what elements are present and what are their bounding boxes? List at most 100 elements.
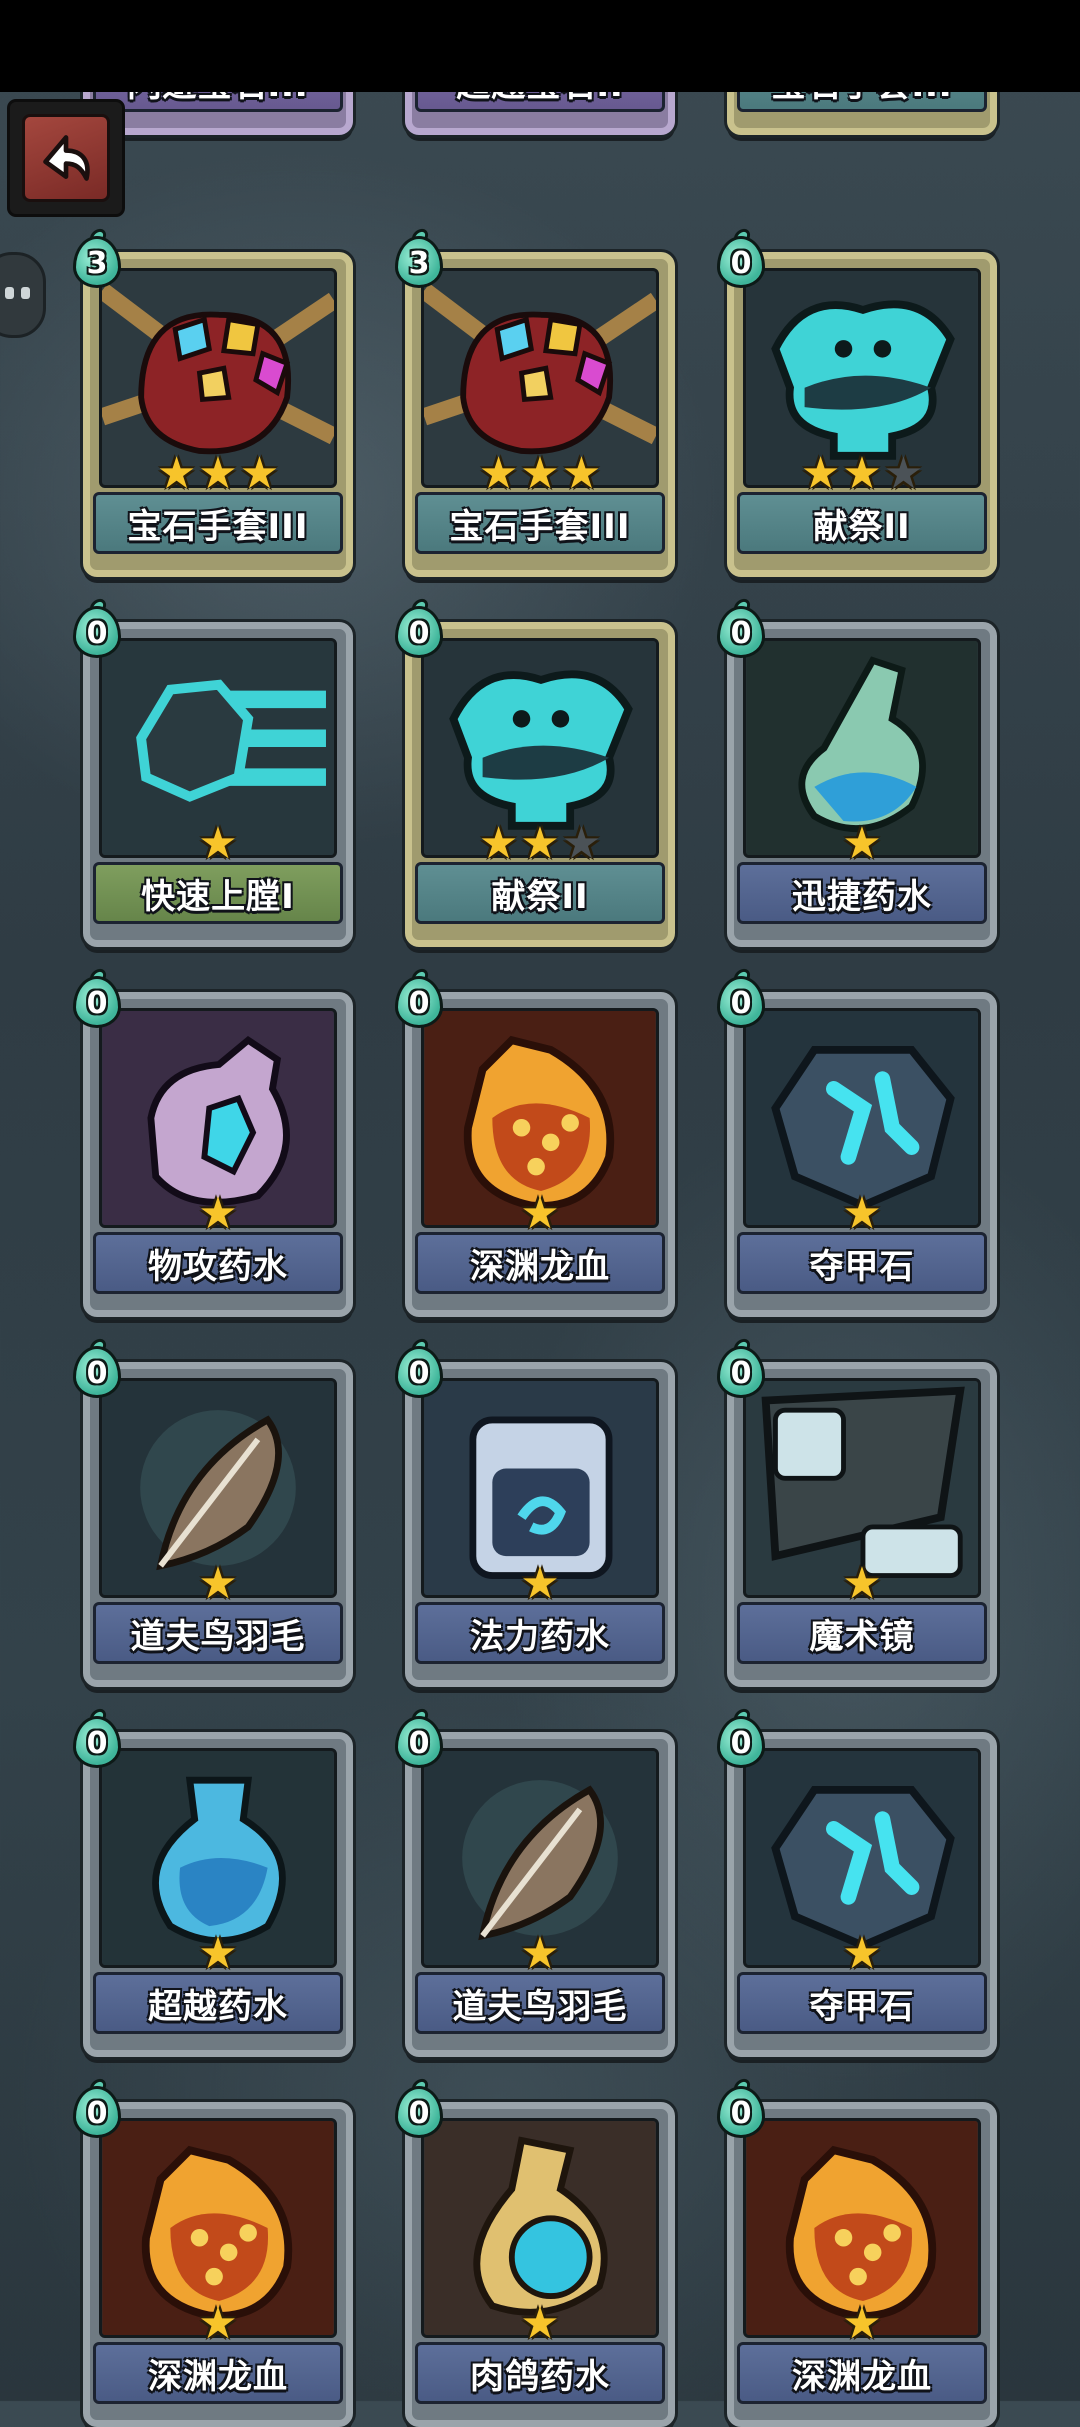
star-icon: ★ <box>198 1928 238 1979</box>
card-label: 快速上膛I <box>93 862 343 924</box>
card-20[interactable]: ★ 深渊龙血 0 <box>717 2075 997 2427</box>
status-bar <box>0 0 1080 92</box>
cost-badge: 0 <box>69 1705 125 1774</box>
cost-badge: 0 <box>713 965 769 1034</box>
star-icon: ★ <box>198 1188 238 1239</box>
card-stars: ★ <box>727 1932 997 1976</box>
card-17[interactable]: ★ 夺甲石 0 <box>717 1705 997 2057</box>
star-icon: ★ <box>842 1558 882 1609</box>
card-12[interactable]: ★ 道夫鸟羽毛 0 <box>73 1335 353 1687</box>
card-6[interactable]: ★ 快速上膛I 0 <box>73 595 353 947</box>
cost-badge: 0 <box>713 2075 769 2144</box>
cost-badge: 0 <box>391 1335 447 1404</box>
card-label: 物攻药水 <box>93 1232 343 1294</box>
cost-badge: 0 <box>69 965 125 1034</box>
card-label: 深渊龙血 <box>93 2342 343 2404</box>
card-stars: ★ <box>727 1192 997 1236</box>
card-stars: ★ <box>83 2302 353 2346</box>
card-stars: ★ <box>83 822 353 866</box>
cost-badge: 0 <box>391 595 447 664</box>
card-7[interactable]: ★ ★ ★ 献祭II 0 <box>395 595 675 947</box>
cost-badge: 0 <box>391 1705 447 1774</box>
card-stars: ★ <box>727 822 997 866</box>
card-13[interactable]: ★ 法力药水 0 <box>395 1335 675 1687</box>
star-icon: ★ <box>478 448 519 499</box>
card-stars: ★★★ <box>83 452 353 496</box>
star-icon: ★ <box>478 818 519 869</box>
star-icon: ★ <box>520 1188 560 1239</box>
cost-badge: 0 <box>713 595 769 664</box>
card-stars: ★ <box>727 1562 997 1606</box>
card-stars: ★ <box>405 2302 675 2346</box>
cost-badge: 0 <box>713 225 769 294</box>
card-stars: ★★★ <box>727 452 997 496</box>
card-stars: ★ <box>405 1932 675 1976</box>
star-icon: ★ <box>198 818 238 869</box>
cost-badge: 0 <box>713 1705 769 1774</box>
card-stars: ★ <box>405 1192 675 1236</box>
card-label: 宝石手套III <box>93 492 343 554</box>
card-14[interactable]: ★ 魔术镜 0 <box>717 1335 997 1687</box>
card-4[interactable]: ★ ★ ★ 宝石手套III 3 <box>395 225 675 577</box>
cost-badge: 0 <box>391 2075 447 2144</box>
card-label: 超越药水 <box>93 1972 343 2034</box>
star-icon: ★ <box>156 448 197 499</box>
star-icon: ★ <box>842 1188 882 1239</box>
card-label: 法力药水 <box>415 1602 665 1664</box>
card-stars: ★★★ <box>405 452 675 496</box>
star-icon: ★ <box>198 2298 238 2349</box>
cost-badge: 0 <box>713 1335 769 1404</box>
cost-badge: 0 <box>391 965 447 1034</box>
card-label: 深渊龙血 <box>737 2342 987 2404</box>
card-label: 夺甲石 <box>737 1972 987 2034</box>
card-11[interactable]: ★ 夺甲石 0 <box>717 965 997 1317</box>
star-icon: ★ <box>520 448 560 499</box>
star-icon: ★ <box>239 448 280 499</box>
cost-badge: 3 <box>69 225 125 294</box>
cost-badge: 0 <box>69 595 125 664</box>
card-19[interactable]: ★ 肉鸽药水 0 <box>395 2075 675 2427</box>
card-label: 道夫鸟羽毛 <box>93 1602 343 1664</box>
card-label: 夺甲石 <box>737 1232 987 1294</box>
chat-bubble-icon[interactable] <box>0 252 46 338</box>
star-icon: ★ <box>842 448 882 499</box>
card-label: 魔术镜 <box>737 1602 987 1664</box>
star-icon: ★ <box>561 448 602 499</box>
card-label: 宝石手套III <box>415 492 665 554</box>
star-icon: ★ <box>800 448 841 499</box>
star-icon: ★ <box>520 2298 560 2349</box>
star-icon: ★ <box>520 818 560 869</box>
card-label: 道夫鸟羽毛 <box>415 1972 665 2034</box>
star-icon: ★ <box>520 1558 560 1609</box>
back-button[interactable] <box>10 102 122 214</box>
card-stars: ★ <box>83 1192 353 1236</box>
card-8[interactable]: ★ 迅捷药水 0 <box>717 595 997 947</box>
card-18[interactable]: ★ 深渊龙血 0 <box>73 2075 353 2427</box>
card-label: 献祭II <box>737 492 987 554</box>
star-icon: ★ <box>842 1928 882 1979</box>
star-icon: ★ <box>883 448 924 499</box>
cost-badge: 0 <box>69 2075 125 2144</box>
back-arrow-icon <box>22 114 110 202</box>
card-stars: ★ <box>727 2302 997 2346</box>
cost-badge: 0 <box>69 1335 125 1404</box>
card-stars: ★ <box>405 1562 675 1606</box>
card-stars: ★ <box>83 1562 353 1606</box>
card-10[interactable]: ★ 深渊龙血 0 <box>395 965 675 1317</box>
star-icon: ★ <box>561 818 602 869</box>
card-stars: ★★★ <box>405 822 675 866</box>
star-icon: ★ <box>198 1558 238 1609</box>
card-5[interactable]: ★ ★ ★ 献祭II 0 <box>717 225 997 577</box>
card-stars: ★ <box>83 1932 353 1976</box>
card-label: 深渊龙血 <box>415 1232 665 1294</box>
card-9[interactable]: ★ 物攻药水 0 <box>73 965 353 1317</box>
card-3[interactable]: ★ ★ ★ 宝石手套III 3 <box>73 225 353 577</box>
card-16[interactable]: ★ 道夫鸟羽毛 0 <box>395 1705 675 2057</box>
card-label: 献祭II <box>415 862 665 924</box>
card-label: 迅捷药水 <box>737 862 987 924</box>
cost-badge: 3 <box>391 225 447 294</box>
card-label: 肉鸽药水 <box>415 2342 665 2404</box>
card-15[interactable]: ★ 超越药水 0 <box>73 1705 353 2057</box>
star-icon: ★ <box>520 1928 560 1979</box>
star-icon: ★ <box>842 818 882 869</box>
